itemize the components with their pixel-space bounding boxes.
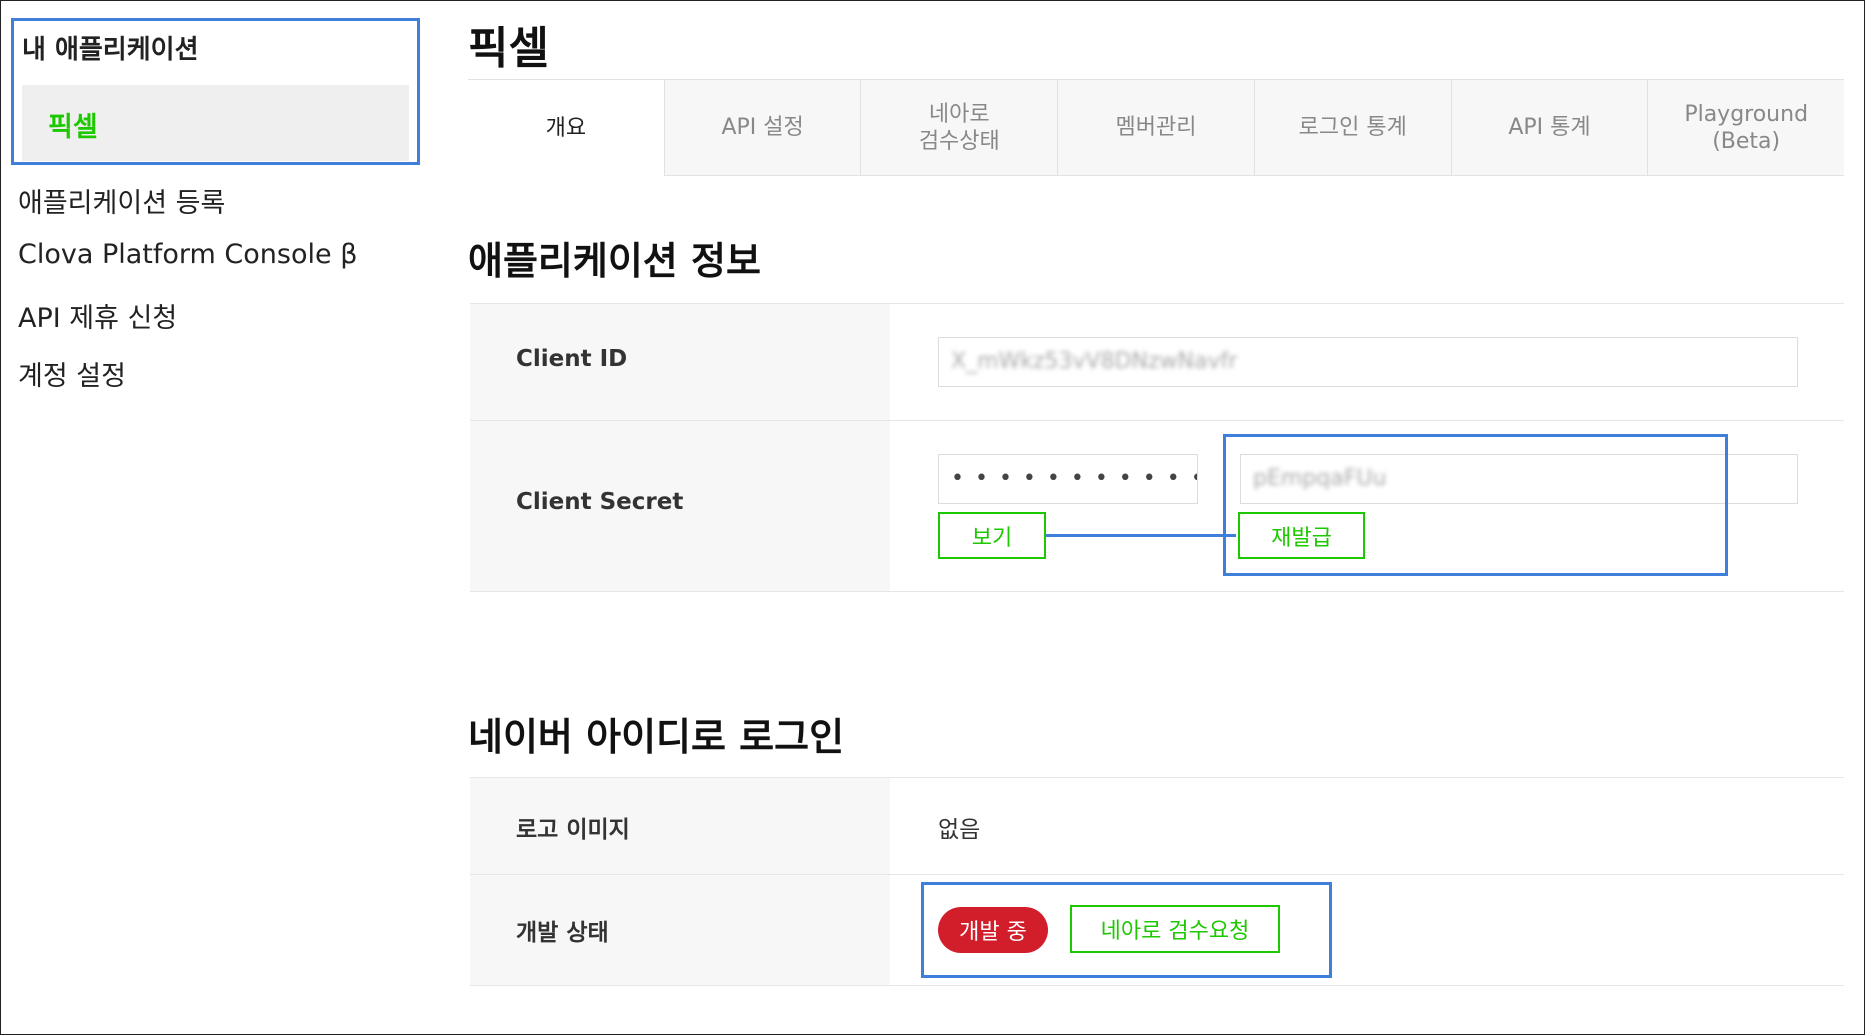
tab-login-stats[interactable]: 로그인 통계 — [1253, 80, 1451, 176]
tab-review-status[interactable]: 네아로 검수상태 — [860, 80, 1058, 176]
tab-bar: 개요 API 설정 네아로 검수상태 멤버관리 로그인 통계 API 통계 Pl… — [468, 79, 1845, 176]
logo-image-value: 없음 — [938, 817, 981, 843]
client-id-value: X_mWkz53vV8DNzwNavfr — [951, 349, 1238, 374]
annotation-highlight-status — [921, 882, 1332, 978]
sidebar-item-label: 픽셀 — [48, 112, 98, 143]
sidebar-link-account-settings[interactable]: 계정 설정 — [18, 354, 126, 393]
sidebar-link-register-app[interactable]: 애플리케이션 등록 — [18, 181, 225, 220]
tab-members[interactable]: 멤버관리 — [1057, 80, 1254, 176]
client-id-row: Client ID X_mWkz53vV8DNzwNavfr — [470, 304, 1844, 421]
annotation-connector — [1046, 534, 1236, 537]
dev-status-row: 개발 상태 개발 중 네아로 검수요청 — [470, 875, 1844, 986]
client-secret-row: Client Secret • • • • • • • • • • • 보기 p… — [470, 421, 1844, 592]
dev-status-label: 개발 상태 — [516, 920, 609, 946]
tab-overview[interactable]: 개요 — [468, 80, 664, 176]
naver-login-table: 로고 이미지 없음 개발 상태 개발 중 네아로 검수요청 — [470, 777, 1844, 986]
app-info-table: Client ID X_mWkz53vV8DNzwNavfr Client Se… — [470, 303, 1844, 592]
sidebar-section-title: 내 애플리케이션 — [22, 35, 199, 65]
tab-api-stats[interactable]: API 통계 — [1450, 80, 1648, 176]
annotation-highlight-secret — [1223, 434, 1728, 576]
client-id-field[interactable]: X_mWkz53vV8DNzwNavfr — [938, 337, 1798, 387]
client-secret-label: Client Secret — [516, 489, 684, 515]
sidebar-link-api-partnership[interactable]: API 제휴 신청 — [18, 296, 177, 335]
logo-image-label: 로고 이미지 — [516, 817, 630, 843]
sidebar-item-selected-app[interactable]: 픽셀 — [22, 85, 409, 161]
tab-playground[interactable]: Playground (Beta) — [1647, 80, 1845, 176]
tab-api-settings[interactable]: API 설정 — [663, 80, 861, 176]
page-title: 픽셀 — [468, 23, 549, 74]
app-info-heading: 애플리케이션 정보 — [468, 239, 761, 283]
client-secret-masked-field[interactable]: • • • • • • • • • • • — [938, 454, 1198, 504]
sidebar-my-applications: 내 애플리케이션 픽셀 — [11, 18, 420, 165]
naver-login-heading: 네이버 아이디로 로그인 — [468, 715, 845, 759]
sidebar-link-clova-console[interactable]: Clova Platform Console β — [18, 239, 357, 270]
logo-image-row: 로고 이미지 없음 — [470, 778, 1844, 875]
view-secret-button[interactable]: 보기 — [938, 512, 1046, 559]
client-id-label: Client ID — [516, 346, 628, 372]
